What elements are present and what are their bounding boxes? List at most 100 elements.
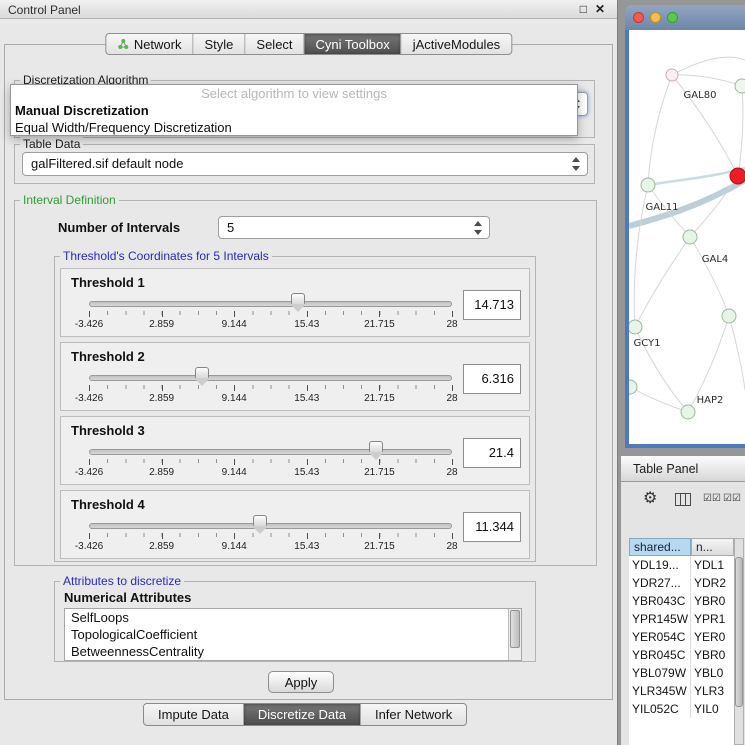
table-scrollbar[interactable] <box>734 538 744 745</box>
network-node[interactable] <box>681 405 695 419</box>
table-row[interactable]: YDL19...YDL1 <box>629 556 734 574</box>
table-row[interactable]: YER054CYER0 <box>629 628 734 646</box>
table-cell[interactable]: YIL0 <box>691 700 734 718</box>
network-canvas[interactable]: GAL80GAL11GAL4GCY1HAP2 <box>629 30 745 444</box>
number-of-intervals-combobox[interactable]: 5 <box>218 216 490 239</box>
network-edge[interactable] <box>630 387 688 412</box>
table-row[interactable]: YBR045CYBR0 <box>629 646 734 664</box>
slider-tick-label: 2.859 <box>149 541 174 552</box>
network-edge[interactable] <box>672 57 745 75</box>
table-cell[interactable]: YBL0 <box>691 664 734 682</box>
table-cell[interactable]: YDL19... <box>629 556 691 574</box>
control-panel-tab-bar: Network Style Select Cyni Toolbox jActiv… <box>105 33 512 55</box>
network-edge[interactable] <box>648 75 672 185</box>
network-node[interactable] <box>629 320 642 334</box>
table-cell[interactable]: YBR0 <box>691 646 734 664</box>
control-panel-titlebar[interactable]: Control Panel □ ✕ <box>0 0 617 19</box>
select-all-columns-icon[interactable]: ☑☑ <box>703 493 721 504</box>
table-cell[interactable]: YBR0 <box>691 592 734 610</box>
table-cell[interactable]: YPR1 <box>691 610 734 628</box>
threshold-value-field[interactable]: 6.316 <box>463 364 521 394</box>
tab-impute-data[interactable]: Impute Data <box>144 704 243 725</box>
dropdown-option-equal-width-frequency[interactable]: Equal Width/Frequency Discretization <box>11 119 577 136</box>
table-cell[interactable]: YPR145W <box>629 610 691 628</box>
network-node[interactable] <box>629 380 637 394</box>
attribute-item[interactable]: TopologicalCoefficient <box>65 626 521 643</box>
table-cell[interactable]: YLR3 <box>691 682 734 700</box>
network-edge[interactable] <box>635 237 690 327</box>
table-row[interactable]: YLR345WYLR3 <box>629 682 734 700</box>
network-node[interactable] <box>730 168 745 184</box>
zoom-traffic-light[interactable] <box>667 12 678 23</box>
numerical-attributes-list[interactable]: SelfLoopsTopologicalCoefficientBetweenne… <box>64 608 522 661</box>
slider-major-tick <box>89 533 90 539</box>
scrollbar-thumb[interactable] <box>735 557 743 707</box>
threshold-slider-thumb[interactable] <box>253 515 267 526</box>
table-cell[interactable]: YLR345W <box>629 682 691 700</box>
stepper-icon <box>571 156 582 172</box>
table-cell[interactable]: YER054C <box>629 628 691 646</box>
network-edge[interactable] <box>729 316 745 390</box>
table-cell[interactable]: YIL052C <box>629 700 691 718</box>
tab-network[interactable]: Network <box>106 34 193 54</box>
network-edge[interactable] <box>738 86 743 176</box>
slider-tick-label: 9.144 <box>222 393 247 404</box>
threshold-value-field[interactable]: 21.4 <box>463 438 521 468</box>
table-cell[interactable]: YBR043C <box>629 592 691 610</box>
threshold-value-field[interactable]: 14.713 <box>463 290 521 320</box>
threshold-slider-thumb[interactable] <box>291 293 305 304</box>
table-cell[interactable]: YER0 <box>691 628 734 646</box>
table-row[interactable]: YBR043CYBR0 <box>629 592 734 610</box>
scrollbar-thumb[interactable] <box>510 610 520 648</box>
dropdown-option-manual-discretization[interactable]: Manual Discretization <box>11 102 577 119</box>
close-icon[interactable]: ✕ <box>595 2 605 16</box>
table-cell[interactable]: YDL1 <box>691 556 734 574</box>
network-node[interactable] <box>722 309 736 323</box>
close-traffic-light[interactable] <box>633 12 644 23</box>
attribute-item[interactable]: SelfLoops <box>65 609 521 626</box>
table-row[interactable]: YDR27...YDR2 <box>629 574 734 592</box>
tab-jactivemodules[interactable]: jActiveModules <box>401 34 511 54</box>
tab-infer-network[interactable]: Infer Network <box>360 704 466 725</box>
gear-icon[interactable]: ⚙ <box>643 488 657 508</box>
tab-cyni-toolbox[interactable]: Cyni Toolbox <box>304 34 401 54</box>
network-node[interactable] <box>666 69 678 81</box>
tab-label: Cyni Toolbox <box>316 37 390 52</box>
apply-button[interactable]: Apply <box>268 671 334 693</box>
table-row[interactable]: YPR145WYPR1 <box>629 610 734 628</box>
network-node[interactable] <box>683 230 697 244</box>
tab-select[interactable]: Select <box>244 34 303 54</box>
slider-major-tick <box>162 385 163 391</box>
network-icon <box>117 38 129 50</box>
attributes-scrollbar[interactable] <box>508 609 521 660</box>
network-edge[interactable] <box>690 237 729 316</box>
table-cell[interactable]: YBL079W <box>629 664 691 682</box>
network-node[interactable] <box>735 79 745 93</box>
attribute-item[interactable]: BetweennessCentrality <box>65 643 521 660</box>
threshold-slider-thumb[interactable] <box>195 367 209 378</box>
select-columns-icon[interactable]: ☑☑ <box>723 493 741 504</box>
table-row[interactable]: YIL052CYIL0 <box>629 700 734 718</box>
tab-label: Network <box>134 37 182 52</box>
tab-discretize-data[interactable]: Discretize Data <box>243 704 360 725</box>
table-data-combobox[interactable]: galFiltered.sif default node <box>22 152 588 176</box>
column-header-shared-name[interactable]: shared... <box>629 538 691 556</box>
threshold-value-field[interactable]: 11.344 <box>463 512 521 542</box>
minimize-traffic-light[interactable] <box>650 12 661 23</box>
slider-tick-label: 9.144 <box>222 541 247 552</box>
table-row[interactable]: YBL079WYBL0 <box>629 664 734 682</box>
network-edge[interactable] <box>672 75 742 86</box>
network-node[interactable] <box>641 178 655 192</box>
network-window-titlebar[interactable] <box>625 5 745 30</box>
threshold-slider-thumb[interactable] <box>369 441 383 452</box>
table-cell[interactable]: YDR27... <box>629 574 691 592</box>
table-cell[interactable]: YDR2 <box>691 574 734 592</box>
table-panel: ⚙ ☑☑ ☑☑ shared... n... YDL19...YDL1YDR27… <box>621 482 745 745</box>
table-cell[interactable]: YBR045C <box>629 646 691 664</box>
column-header-name[interactable]: n... <box>691 538 734 556</box>
table-panel-header[interactable]: Table Panel <box>621 455 745 482</box>
columns-icon[interactable] <box>675 493 691 506</box>
float-window-icon[interactable]: □ <box>580 2 587 16</box>
slider-tick-label: 9.144 <box>222 467 247 478</box>
tab-style[interactable]: Style <box>193 34 245 54</box>
